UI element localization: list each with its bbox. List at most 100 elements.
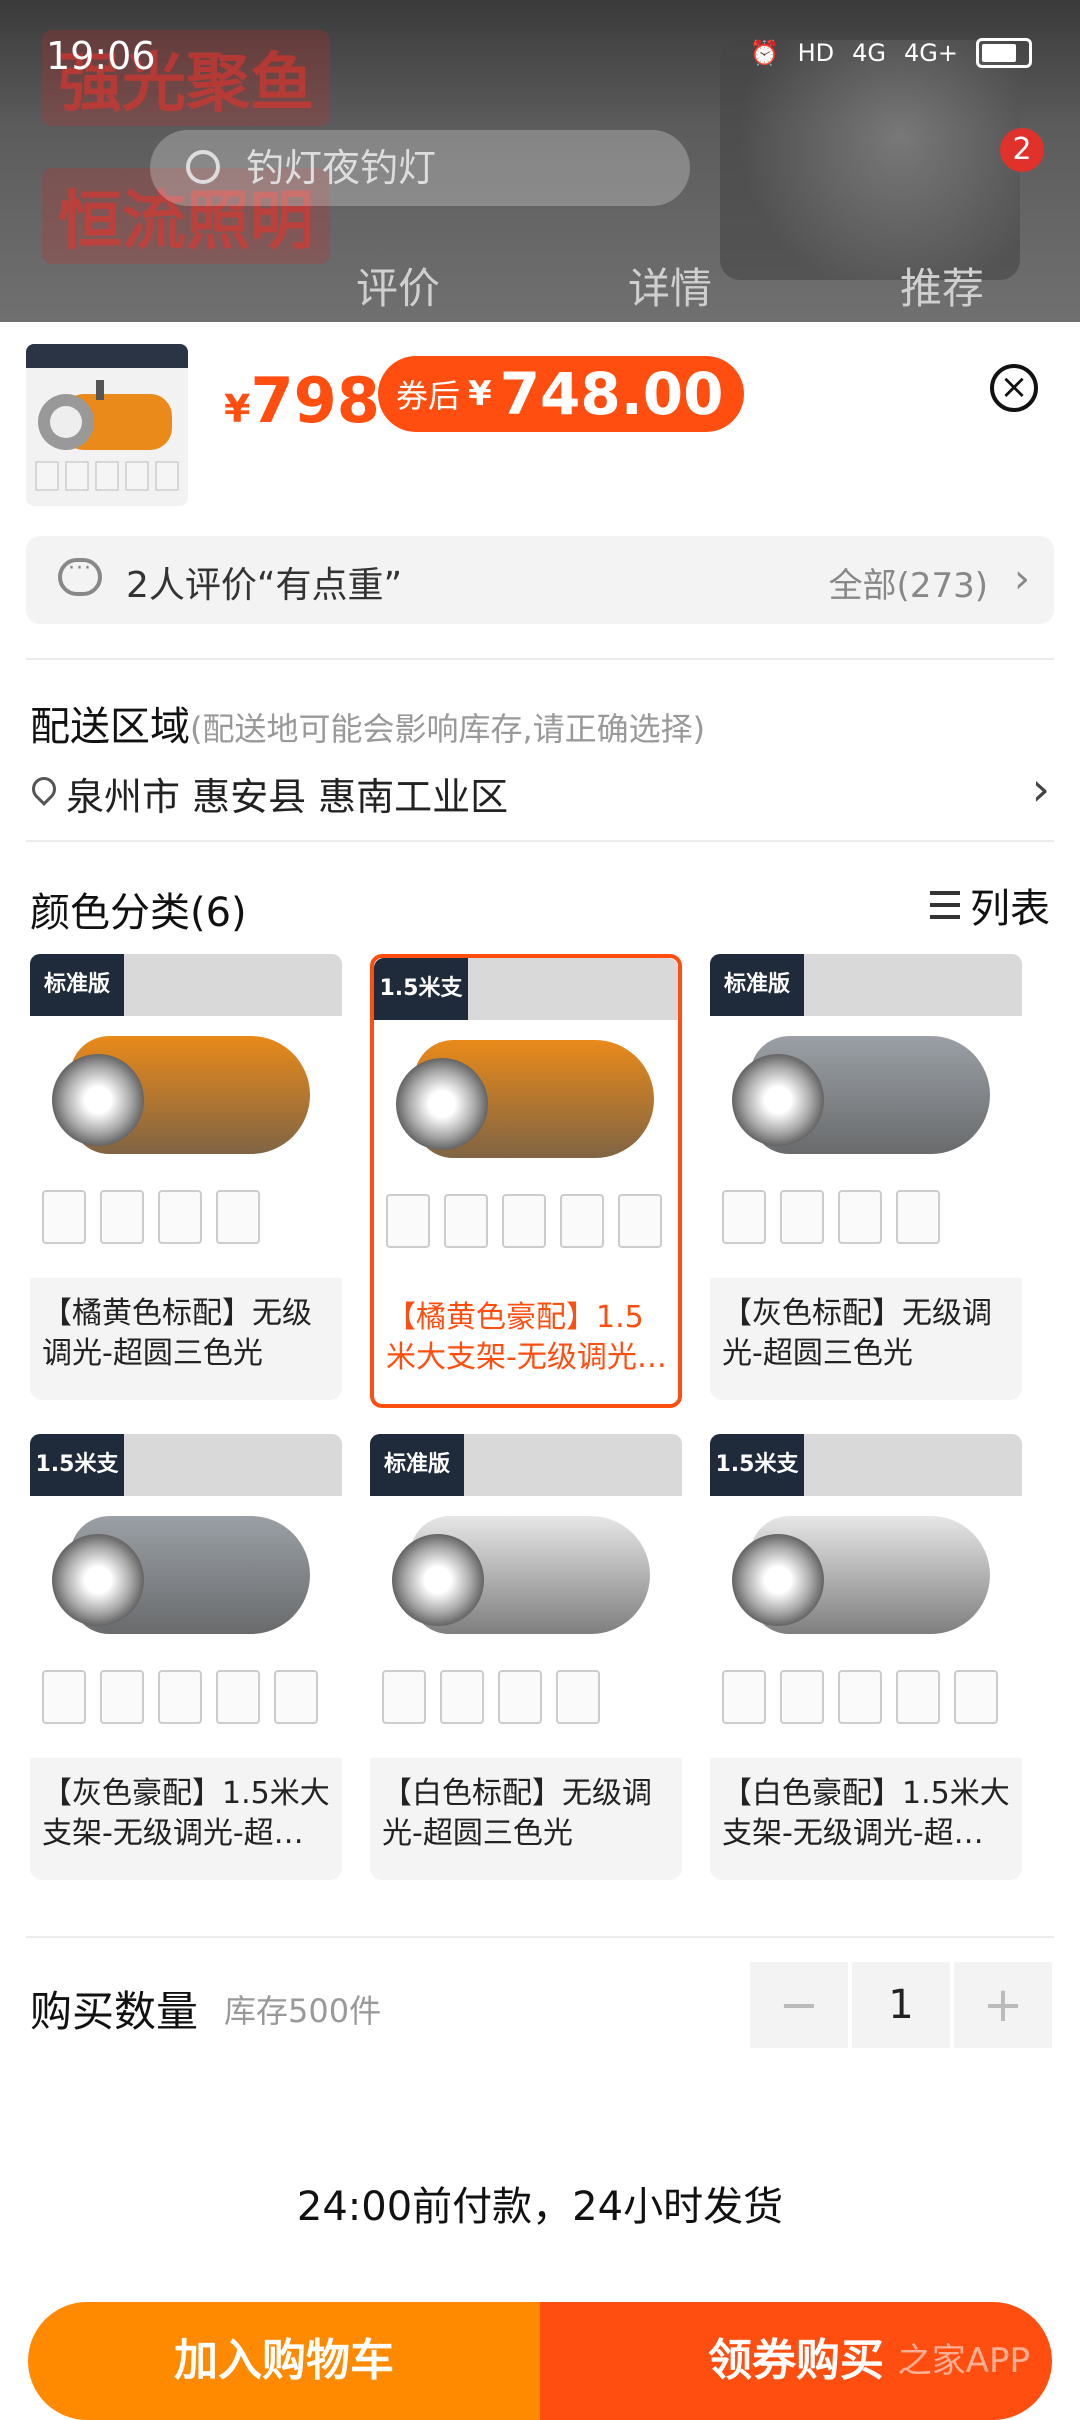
color-option-label-text: 【橘黄色豪配】1.5米大支架-无级调光-超圆三色光 [386,1300,648,1375]
option-badge: 1.5米支架配置版 [710,1434,804,1539]
accessory-thumbnail [560,1194,604,1248]
accessory-thumbnail [216,1670,260,1724]
color-option-label: 【橘黄色标配】无级调光-超圆三色光 [30,1278,342,1400]
option-spec-banner: 标准版 [710,954,1022,1016]
coupon-price: 748.00 [499,360,724,428]
color-option-image: 1.5米支架配置版 [374,958,678,1270]
action-bar: 加入购物车 领券购买 之家APP [28,2302,1052,2420]
accessory-thumbnail [100,1670,144,1724]
accessory-thumbnail [382,1670,426,1724]
product-thumbnail[interactable] [26,344,188,506]
location-pin-icon [30,777,58,811]
accessory-thumbnail [440,1670,484,1724]
accessory-thumbnail [780,1190,824,1244]
alarm-icon: ⏰ [749,39,780,67]
accessory-thumbnail [216,1190,260,1244]
coupon-buy-button[interactable]: 领券购买 之家APP [540,2302,1052,2420]
quantity-plus-button[interactable]: + [954,1962,1052,2048]
color-option-label: 【橘黄色豪配】1.5米大支架-无级调光-超圆三色光 [374,1282,678,1404]
quantity-stepper: − 1 + [750,1962,1052,2048]
hd-icon: HD [797,39,835,67]
option-badge: 标准版 [710,954,804,1016]
accessory-thumbnail [42,1190,86,1244]
color-option-card[interactable]: 1.5米支架配置版【橘黄色豪配】1.5米大支架-无级调光-超圆三色光 [370,954,682,1408]
quantity-minus-button[interactable]: − [750,1962,848,2048]
shipping-title: 配送区域(配送地可能会影响库存,请正确选择) [30,694,705,752]
search-icon [186,150,220,184]
accessory-thumbnail [954,1670,998,1724]
color-option-card[interactable]: 标准版【橘黄色标配】无级调光-超圆三色光 [30,954,342,1408]
list-view-toggle[interactable]: 列表 [930,876,1050,934]
option-spec-banner: 1.5米支架配置版 [30,1434,342,1539]
tab-details[interactable]: 详情 [628,255,712,316]
sku-sheet: ¥798 券后 ¥ 748.00 × 2人评价“有点重” 全部(273) › 配… [0,322,1080,2420]
color-option-label-text: 【橘黄色标配】无级调光-超圆三色光 [42,1296,312,1371]
close-icon[interactable]: × [990,364,1038,412]
accessory-thumbnail [838,1670,882,1724]
coupon-buy-label: 领券购买 [708,2335,884,2386]
signal-icon-2: 4G+ [904,39,958,67]
accessory-thumbnail [556,1670,600,1724]
divider [26,840,1054,842]
option-spec-banner: 标准版 [30,954,342,1016]
accessory-thumbnail [722,1670,766,1724]
flashlight-lens [732,1534,824,1626]
list-icon [930,889,960,921]
coupon-label: 券后 [396,377,461,415]
color-option-label: 【白色豪配】1.5米大支架-无级调光-超圆三色光 [710,1758,1022,1880]
shipping-notice: 24:00前付款，24小时发货 [296,2184,784,2230]
quantity-input[interactable]: 1 [852,1962,950,2048]
accessory-thumbnail [502,1194,546,1248]
color-option-image: 1.5米支架配置版 [30,1434,342,1746]
color-option-card[interactable]: 标准版【白色标配】无级调光-超圆三色光 [370,1434,682,1888]
search-input[interactable]: 钓灯夜钓灯 [150,130,690,206]
color-section-title: 颜色分类(6) [30,890,247,936]
shipping-address-text: 泉州市 惠安县 惠南工业区 [66,775,509,819]
color-option-image: 1.5米支架配置版 [710,1434,1022,1746]
color-option-label-text: 【白色豪配】1.5米大支架-无级调光-超圆三色光 [722,1776,1010,1851]
price-value: 798 [250,364,380,437]
tab-recommend[interactable]: 推荐 [900,255,984,316]
shipping-address[interactable]: 泉州市 惠安县 惠南工业区 [30,766,508,821]
tab-reviews[interactable]: 评价 [356,255,440,316]
accessory-thumbnail [838,1190,882,1244]
status-icons: ⏰ HD 4G 4G+ [750,38,1032,68]
watermark: 之家APP [897,2341,1030,2381]
color-option-label-text: 【灰色豪配】1.5米大支架-无级调光-超圆三色光 [42,1776,330,1851]
accessory-thumbnail [780,1670,824,1724]
coupon-price-pill: 券后 ¥ 748.00 [378,356,744,432]
accessory-thumbnail [618,1194,662,1248]
accessory-thumbnail [722,1190,766,1244]
color-option-label: 【灰色豪配】1.5米大支架-无级调光-超圆三色光 [30,1758,342,1880]
flashlight-lens [52,1054,144,1146]
divider [26,658,1054,660]
accessory-thumbnail [444,1194,488,1248]
stock-count: 库存500件 [224,1992,382,2030]
coupon-currency: ¥ [468,374,492,414]
color-option-card[interactable]: 标准版 【灰色标配】无级调光-超圆三色光 [710,954,1022,1408]
color-option-card[interactable]: 1.5米支架配置版【灰色豪配】1.5米大支架-无级调光-超圆三色光 [30,1434,342,1888]
status-bar: 19:06 ⏰ HD 4G 4G+ [0,0,1080,100]
chevron-right-icon[interactable]: › [1032,762,1050,816]
color-option-label-text: 【白色标配】无级调光-超圆三色光 [382,1776,652,1851]
option-badge: 标准版 [30,954,124,1016]
flashlight-lens [732,1054,824,1146]
accessory-thumbnail [896,1190,940,1244]
signal-icon-1: 4G [852,39,887,67]
option-badge: 1.5米支架配置版 [374,958,468,1063]
review-all-count: 全部(273) [828,566,988,606]
option-badge: 1.5米支架配置版 [30,1434,124,1539]
accessory-thumbnail [274,1670,318,1724]
color-option-card[interactable]: 1.5米支架配置版【白色豪配】1.5米大支架-无级调光-超圆三色光 [710,1434,1022,1888]
add-to-cart-button[interactable]: 加入购物车 [28,2302,540,2420]
option-badge: 标准版 [370,1434,464,1496]
accessory-thumbnail [42,1670,86,1724]
cart-badge[interactable]: 2 [1000,128,1044,172]
color-option-image: 标准版 [710,954,1022,1266]
price: ¥798 [224,364,380,437]
chat-bubble-icon [58,556,102,596]
color-option-image: 标准版 [370,1434,682,1746]
review-summary-bar[interactable]: 2人评价“有点重” 全部(273) › [26,536,1054,624]
option-spec-banner: 1.5米支架配置版 [374,958,678,1063]
price-currency: ¥ [224,387,251,431]
